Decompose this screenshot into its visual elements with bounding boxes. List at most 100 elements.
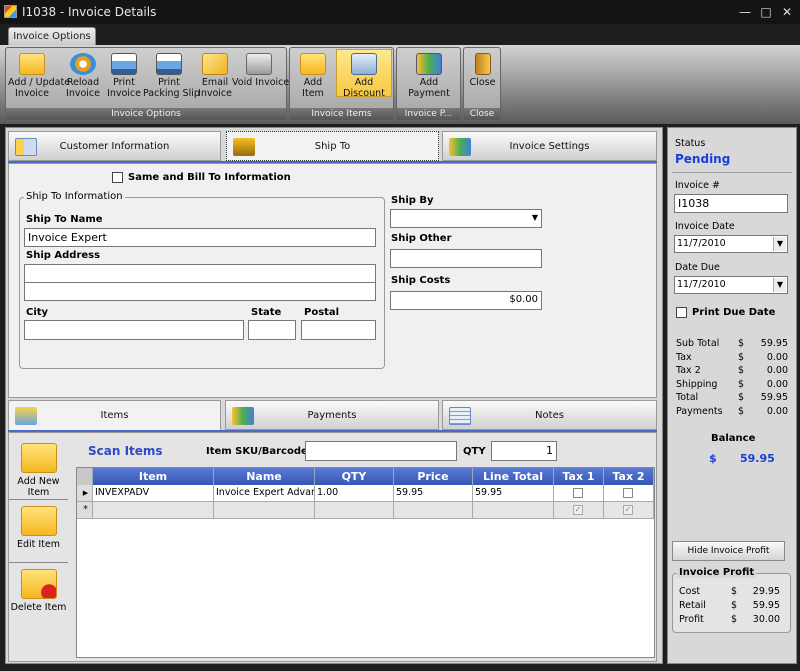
edit-item-button[interactable]: Edit Item [9, 506, 68, 550]
cell-qty[interactable]: 1.00 [315, 485, 394, 502]
contact-card-icon [15, 138, 37, 156]
add-item-button[interactable]: Add Item [292, 50, 334, 108]
ship-to-name-label: Ship To Name [26, 214, 103, 225]
row-value: 0.00 [766, 378, 788, 390]
cell-tax1[interactable] [554, 485, 604, 502]
add-payment-button[interactable]: Add Payment [399, 50, 459, 108]
tax2-checked-icon[interactable]: ✓ [623, 505, 633, 515]
maximize-icon[interactable]: □ [758, 4, 774, 20]
tab-invoice-settings[interactable]: Invoice Settings [442, 131, 657, 161]
window-title: I1038 - Invoice Details [22, 5, 157, 19]
ship-costs-label: Ship Costs [391, 275, 451, 286]
btn-label: Email Invoice [198, 77, 232, 99]
column-header[interactable]: Tax 2 [604, 468, 654, 485]
city-label: City [26, 307, 49, 318]
same-as-bill-checkbox[interactable] [112, 172, 123, 183]
same-as-bill-label: Same and Bill To Information [128, 172, 291, 183]
tab-customer-information[interactable]: Customer Information [8, 131, 221, 161]
items-grid[interactable]: Item Name QTY Price Line Total Tax 1 Tax… [76, 467, 655, 658]
new-cell-line-total[interactable] [473, 502, 554, 519]
qty-input[interactable]: 1 [491, 441, 557, 461]
tax1-checkbox[interactable] [573, 488, 583, 498]
column-header[interactable]: Price [394, 468, 473, 485]
postal-input[interactable] [301, 320, 376, 340]
hide-invoice-profit-button[interactable]: Hide Invoice Profit [672, 541, 785, 561]
row-header-corner [77, 468, 93, 485]
tab-label: Payments [307, 410, 357, 421]
dropdown-arrow-icon[interactable]: ▼ [773, 278, 786, 292]
invoice-date-picker[interactable]: 11/7/2010 ▼ [674, 235, 788, 253]
ribbon-tab-invoice-options[interactable]: Invoice Options [8, 27, 96, 46]
row-currency: $ [731, 614, 738, 625]
summary-row: Total $59.95 [676, 392, 788, 406]
close-window-icon[interactable]: ✕ [779, 4, 795, 20]
minimize-icon[interactable]: — [737, 4, 753, 20]
sku-input[interactable] [305, 441, 457, 461]
tab-label: Invoice Settings [509, 141, 590, 152]
invoice-number-label: Invoice # [675, 180, 720, 191]
close-button[interactable]: Close [466, 50, 499, 108]
new-cell-name[interactable] [214, 502, 315, 519]
new-cell-tax2[interactable]: ✓ [604, 502, 654, 519]
column-header[interactable]: Tax 1 [554, 468, 604, 485]
payments-icon [232, 407, 254, 425]
delete-item-button[interactable]: Delete Item [9, 569, 68, 613]
column-header[interactable]: Item [93, 468, 214, 485]
btn-label: Print Invoice [107, 77, 141, 99]
print-invoice-button[interactable]: Print Invoice [104, 50, 144, 108]
dropdown-arrow-icon[interactable]: ▼ [773, 237, 786, 251]
state-label: State [251, 307, 282, 318]
ship-other-input[interactable] [390, 249, 542, 268]
column-header[interactable]: Name [214, 468, 315, 485]
postal-label: Postal [304, 307, 340, 318]
row-value: 59.95 [760, 338, 788, 349]
app-icon [4, 5, 17, 18]
tab-notes[interactable]: Notes [442, 400, 657, 430]
add-discount-button[interactable]: Add Discount [336, 49, 392, 99]
new-cell-tax1[interactable]: ✓ [554, 502, 604, 519]
column-header[interactable]: Line Total [473, 468, 554, 485]
printer-icon [156, 53, 182, 75]
cell-line-total[interactable]: 59.95 [473, 485, 554, 502]
tab-items[interactable]: Items [8, 400, 221, 430]
print-packing-slip-button[interactable]: Print Packing Slip [143, 50, 200, 108]
city-input[interactable] [24, 320, 244, 340]
invoice-number-input[interactable]: I1038 [674, 194, 788, 213]
void-invoice-button[interactable]: Void Invoice [232, 50, 289, 108]
cell-price[interactable]: 59.95 [394, 485, 473, 502]
tax1-checked-icon[interactable]: ✓ [573, 505, 583, 515]
row-indicator-icon: ▶ [77, 485, 93, 502]
new-cell-price[interactable] [394, 502, 473, 519]
state-input[interactable] [248, 320, 296, 340]
add-new-item-button[interactable]: Add New Item [9, 443, 68, 498]
row-value: 0.00 [766, 365, 788, 377]
separator [9, 499, 68, 500]
ship-to-name-input[interactable]: Invoice Expert [24, 228, 376, 247]
new-cell-item[interactable] [93, 502, 214, 519]
tab-label: Customer Information [59, 141, 170, 152]
btn-label: Add Discount [343, 77, 385, 99]
date-due-picker[interactable]: 11/7/2010 ▼ [674, 276, 788, 294]
date-due-label: Date Due [675, 262, 720, 273]
separator [672, 172, 792, 173]
print-due-date-checkbox[interactable] [676, 307, 687, 318]
new-cell-qty[interactable] [315, 502, 394, 519]
cell-name[interactable]: Invoice Expert Advan [214, 485, 315, 502]
calculator-icon [351, 53, 377, 75]
tab-ship-to[interactable]: Ship To [226, 131, 439, 161]
ship-costs-input[interactable]: $0.00 [390, 291, 542, 310]
email-invoice-button[interactable]: Email Invoice [197, 50, 233, 108]
tab-payments[interactable]: Payments [225, 400, 439, 430]
cell-item[interactable]: INVEXPADV [93, 485, 214, 502]
ship-address-line2-input[interactable] [24, 282, 376, 301]
ribbon-group-invoice-items: Add Item Add Discount Invoice Items [289, 47, 394, 121]
column-header[interactable]: QTY [315, 468, 394, 485]
reload-invoice-button[interactable]: Reload Invoice [59, 50, 107, 108]
add-update-invoice-button[interactable]: Add / Update Invoice [8, 50, 70, 108]
tax2-checkbox[interactable] [623, 488, 633, 498]
cell-tax2[interactable] [604, 485, 654, 502]
ship-address-line1-input[interactable] [24, 264, 376, 283]
ship-address-label: Ship Address [26, 250, 101, 261]
ship-by-select[interactable]: ▼ [390, 209, 542, 228]
btn-label: Add Payment [408, 77, 450, 99]
